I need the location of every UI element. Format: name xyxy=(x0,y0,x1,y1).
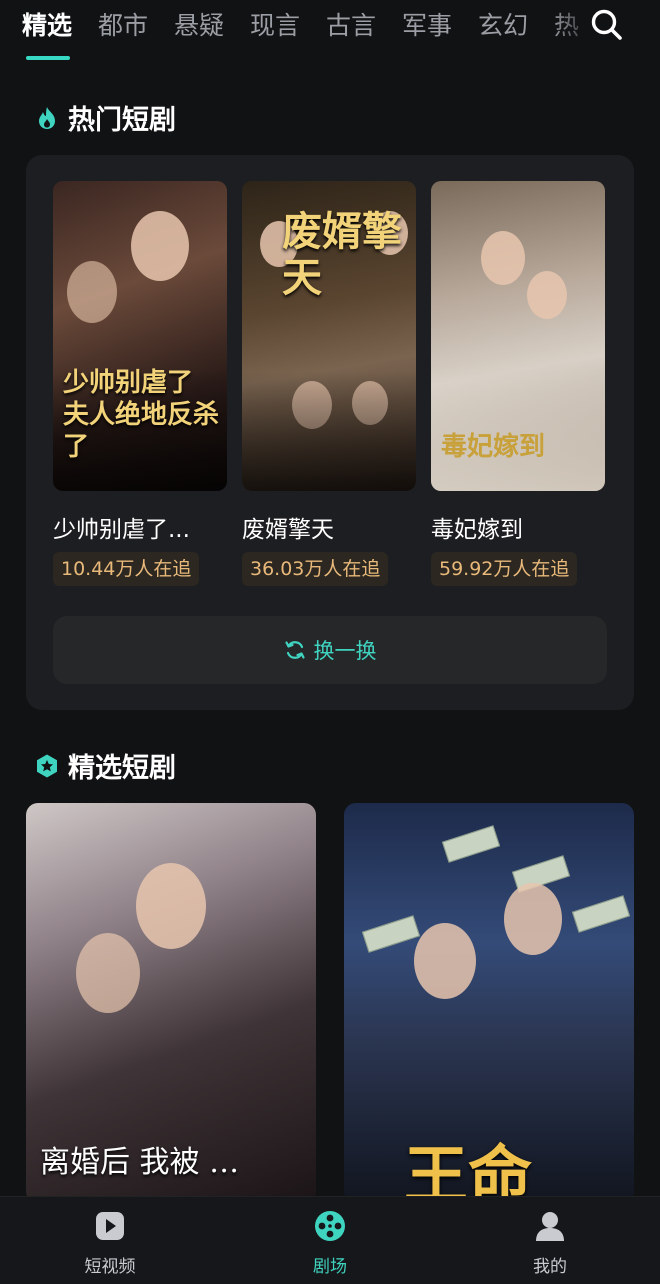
nav-short-video[interactable]: 短视频 xyxy=(50,1209,170,1277)
hot-section-header: 热门短剧 xyxy=(34,98,176,137)
refresh-icon xyxy=(284,641,305,659)
featured-poster-2[interactable]: 王命 xyxy=(344,803,634,1203)
play-icon xyxy=(96,1212,124,1240)
search-icon[interactable] xyxy=(590,8,624,42)
tab-suspense[interactable]: 悬疑 xyxy=(174,6,224,42)
tab-ancient-romance[interactable]: 古言 xyxy=(326,6,376,42)
poster-2[interactable]: 废婿擎天 xyxy=(242,181,416,491)
tab-urban[interactable]: 都市 xyxy=(98,6,148,42)
tab-featured[interactable]: 精选 xyxy=(22,6,72,42)
tab-military[interactable]: 军事 xyxy=(402,6,452,42)
tab-fantasy[interactable]: 玄幻 xyxy=(478,6,528,42)
star-badge-icon xyxy=(37,754,57,777)
show-name-1[interactable]: 少帅别虐了... xyxy=(53,510,190,544)
poster-figure xyxy=(136,863,206,949)
user-icon xyxy=(536,1212,564,1241)
nav-label: 剧场 xyxy=(313,1257,347,1277)
show-name-3[interactable]: 毒妃嫁到 xyxy=(431,510,523,544)
poster-figure xyxy=(481,231,525,285)
active-tab-indicator xyxy=(26,56,70,60)
poster-figure xyxy=(527,271,567,319)
poster-figure xyxy=(67,261,117,323)
nav-theater[interactable]: 剧场 xyxy=(270,1209,390,1277)
poster-figure xyxy=(76,933,140,1013)
poster-figure xyxy=(414,923,476,999)
poster-figure xyxy=(131,211,189,281)
category-tabs: 精选 都市 悬疑 现言 古言 军事 玄幻 热 xyxy=(0,0,660,70)
followers-badge-3: 59.92万人在追 xyxy=(431,552,578,586)
refresh-label: 换一换 xyxy=(313,639,377,663)
poster-title: 废婿擎天 xyxy=(282,208,402,301)
nav-label: 我的 xyxy=(533,1257,567,1277)
nav-label: 短视频 xyxy=(84,1257,136,1277)
featured-section-title: 精选短剧 xyxy=(68,753,176,784)
followers-badge-2: 36.03万人在追 xyxy=(242,552,389,586)
poster-figure xyxy=(504,883,562,955)
tab-modern-romance[interactable]: 现言 xyxy=(250,6,300,42)
poster-title: 少帅别虐了 夫人绝地反杀了 xyxy=(63,368,220,462)
poster-title: 离婚后 我被 … xyxy=(40,1145,240,1180)
hot-section-title: 热门短剧 xyxy=(68,105,176,136)
poster-title: 毒妃嫁到 xyxy=(441,432,546,462)
featured-section-header: 精选短剧 xyxy=(34,746,176,785)
poster-1[interactable]: 少帅别虐了 夫人绝地反杀了 xyxy=(53,181,227,491)
poster-title: 王命 xyxy=(404,1139,532,1203)
show-name-2[interactable]: 废婿擎天 xyxy=(242,510,334,544)
bottom-nav: 短视频 剧场 我的 xyxy=(0,1196,660,1284)
hot-dramas-card: 少帅别虐了 夫人绝地反杀了 废婿擎天 毒妃嫁到 少帅别虐了... 废婿擎天 毒妃… xyxy=(26,155,634,710)
followers-badge-1: 10.44万人在追 xyxy=(53,552,200,586)
film-reel-icon xyxy=(315,1211,345,1241)
flame-icon xyxy=(39,106,55,129)
poster-3[interactable]: 毒妃嫁到 xyxy=(431,181,605,491)
nav-me[interactable]: 我的 xyxy=(490,1209,610,1277)
featured-poster-1[interactable]: 离婚后 我被 … xyxy=(26,803,316,1203)
refresh-button[interactable]: 换一换 xyxy=(53,616,607,684)
